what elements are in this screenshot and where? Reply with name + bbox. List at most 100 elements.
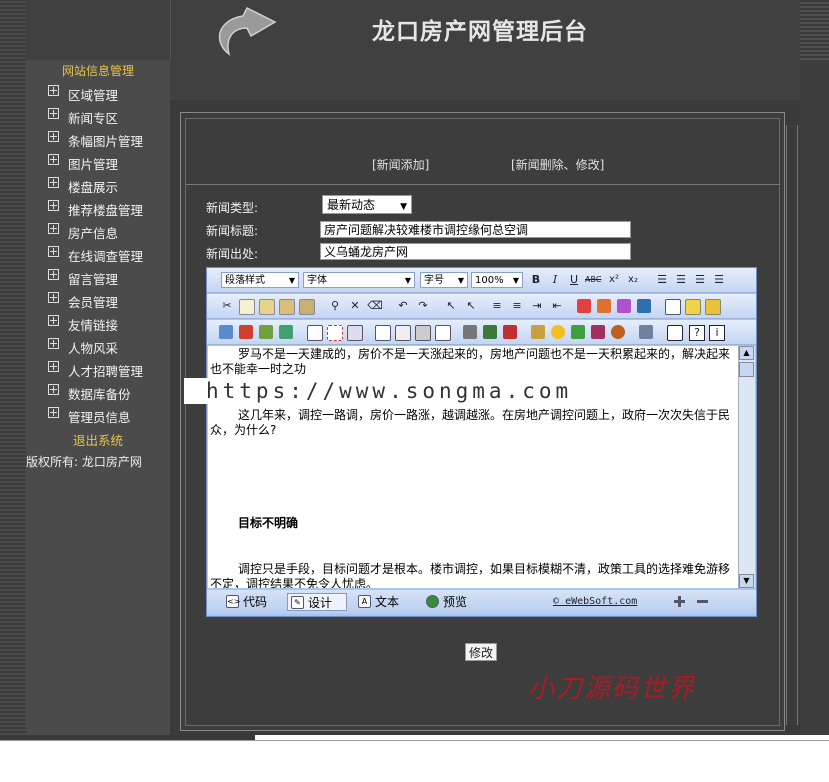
eraser-icon[interactable]: ⌫	[367, 298, 383, 314]
delete-icon[interactable]: ✕	[347, 298, 363, 314]
undo-icon[interactable]: ↶	[395, 298, 411, 314]
zoom-out-icon[interactable]	[697, 596, 708, 607]
unlink-icon[interactable]	[503, 325, 517, 339]
news-source-input[interactable]: 义乌蛹龙房产网	[320, 243, 631, 260]
expand-plus-icon[interactable]	[48, 176, 59, 188]
fullscreen-icon[interactable]	[667, 325, 683, 341]
scroll-down-icon[interactable]: ▼	[739, 574, 754, 588]
sidebar-item-recruitment[interactable]: 人才招聘管理	[48, 360, 143, 380]
info-icon[interactable]: i	[709, 325, 725, 341]
table-properties-icon[interactable]	[327, 325, 343, 341]
align-right-icon[interactable]: ☰	[692, 272, 708, 288]
expand-plus-icon[interactable]	[48, 291, 59, 303]
media-icon[interactable]	[259, 325, 273, 339]
tab-news-edit[interactable]: [新闻删除、修改]	[511, 156, 604, 173]
sidebar-item-recommended[interactable]: 推荐楼盘管理	[48, 199, 143, 219]
underline-icon[interactable]: U	[566, 272, 582, 288]
sidebar-item-survey[interactable]: 在线调查管理	[48, 245, 143, 265]
excel-icon[interactable]	[571, 325, 585, 339]
paste-word-icon[interactable]	[299, 299, 315, 315]
logout-link[interactable]: 退出系统	[73, 430, 123, 449]
italic-icon[interactable]: I	[547, 272, 563, 288]
expand-plus-icon[interactable]	[48, 360, 59, 372]
flash-icon[interactable]	[239, 325, 253, 339]
sidebar-item-members[interactable]: 会员管理	[48, 291, 118, 311]
indent-icon[interactable]: ⇥	[529, 298, 545, 314]
news-title-input[interactable]: 房产问题解决较难楼市调控缘何总空调	[320, 221, 631, 238]
ordered-list-icon[interactable]: ≡	[489, 298, 505, 314]
table-icon[interactable]	[307, 325, 323, 341]
sidebar-item-people[interactable]: 人物风采	[48, 337, 118, 357]
font-size-select[interactable]: 字号 ▼	[420, 272, 468, 288]
sidebar-item-real-estate[interactable]: 房产信息	[48, 222, 118, 242]
modify-button[interactable]: 修改	[465, 643, 497, 661]
editor-scrollbar[interactable]: ▲ ▼	[738, 346, 755, 588]
form-field-icon[interactable]	[395, 325, 411, 341]
link-icon[interactable]	[463, 325, 477, 339]
redo-icon[interactable]: ↷	[415, 298, 431, 314]
image-icon[interactable]	[219, 325, 233, 339]
bold-icon[interactable]: B	[528, 272, 544, 288]
copy-icon[interactable]	[239, 299, 255, 315]
zoom-in-icon[interactable]	[674, 596, 685, 607]
strikethrough-icon[interactable]: ABC	[585, 272, 601, 288]
find-icon[interactable]: ⚲	[327, 298, 343, 314]
subscript-icon[interactable]: x₂	[625, 272, 641, 288]
emoticon-icon[interactable]	[551, 325, 565, 339]
file-icon[interactable]	[279, 325, 293, 339]
sidebar-item-messages[interactable]: 留言管理	[48, 268, 118, 288]
unordered-list-icon[interactable]: ≡	[509, 298, 525, 314]
sidebar-item-area[interactable]: 区域管理	[48, 84, 118, 104]
expand-plus-icon[interactable]	[48, 314, 59, 326]
absolute-position-icon[interactable]: ↖	[463, 298, 479, 314]
paste-text-icon[interactable]	[279, 299, 295, 315]
layer-icon[interactable]	[685, 299, 701, 315]
form-icon[interactable]	[375, 325, 391, 341]
expand-plus-icon[interactable]	[48, 245, 59, 257]
page-break-icon[interactable]	[639, 325, 653, 339]
box-icon[interactable]	[665, 299, 681, 315]
expand-plus-icon[interactable]	[48, 84, 59, 96]
expand-plus-icon[interactable]	[48, 107, 59, 119]
globe-link-icon[interactable]	[483, 325, 497, 339]
mode-code-button[interactable]: <> 代码	[223, 593, 279, 611]
mode-text-button[interactable]: A 文本	[355, 593, 413, 611]
expand-plus-icon[interactable]	[48, 222, 59, 234]
sidebar-item-images[interactable]: 图片管理	[48, 153, 118, 173]
sidebar-item-news[interactable]: 新闻专区	[48, 107, 118, 127]
paragraph-style-select[interactable]: 段落样式 ▼	[221, 272, 299, 288]
layer-stack-icon[interactable]	[705, 299, 721, 315]
bgcolor-icon[interactable]	[637, 299, 651, 313]
expand-plus-icon[interactable]	[48, 199, 59, 211]
highlight-icon[interactable]	[597, 299, 611, 313]
paste-icon[interactable]	[259, 299, 275, 315]
expand-plus-icon[interactable]	[48, 383, 59, 395]
ewebsoft-link[interactable]: © eWebSoft.com	[553, 596, 637, 607]
align-center-icon[interactable]: ☰	[673, 272, 689, 288]
pointer-icon[interactable]: ↖	[443, 298, 459, 314]
table-grid-icon[interactable]	[347, 325, 363, 341]
marquee-icon[interactable]	[611, 325, 625, 339]
font-select[interactable]: 字体 ▼	[303, 272, 415, 288]
mode-design-button[interactable]: ✎ 设计	[287, 593, 347, 611]
expand-plus-icon[interactable]	[48, 130, 59, 142]
expand-plus-icon[interactable]	[48, 153, 59, 165]
news-type-select[interactable]: 最新动态 ▼	[322, 195, 412, 214]
tab-news-add[interactable]: [新闻添加]	[372, 156, 429, 173]
date-icon[interactable]	[591, 325, 605, 339]
sidebar-item-banner-images[interactable]: 条幅图片管理	[48, 130, 143, 150]
text-color-icon[interactable]	[577, 299, 591, 313]
align-left-icon[interactable]: ☰	[654, 272, 670, 288]
superscript-icon[interactable]: x²	[606, 272, 622, 288]
outdent-icon[interactable]: ⇤	[549, 298, 565, 314]
sidebar-item-backup[interactable]: 数据库备份	[48, 383, 131, 403]
expand-plus-icon[interactable]	[48, 268, 59, 280]
scroll-up-icon[interactable]: ▲	[739, 346, 754, 360]
special-char-icon[interactable]	[531, 325, 545, 339]
input-icon[interactable]	[435, 325, 451, 341]
expand-plus-icon[interactable]	[48, 406, 59, 418]
zoom-select[interactable]: 100% ▼	[471, 272, 523, 288]
help-icon[interactable]: ?	[689, 325, 705, 341]
background-color-icon[interactable]	[617, 299, 631, 313]
cut-icon[interactable]: ✂	[219, 298, 235, 314]
